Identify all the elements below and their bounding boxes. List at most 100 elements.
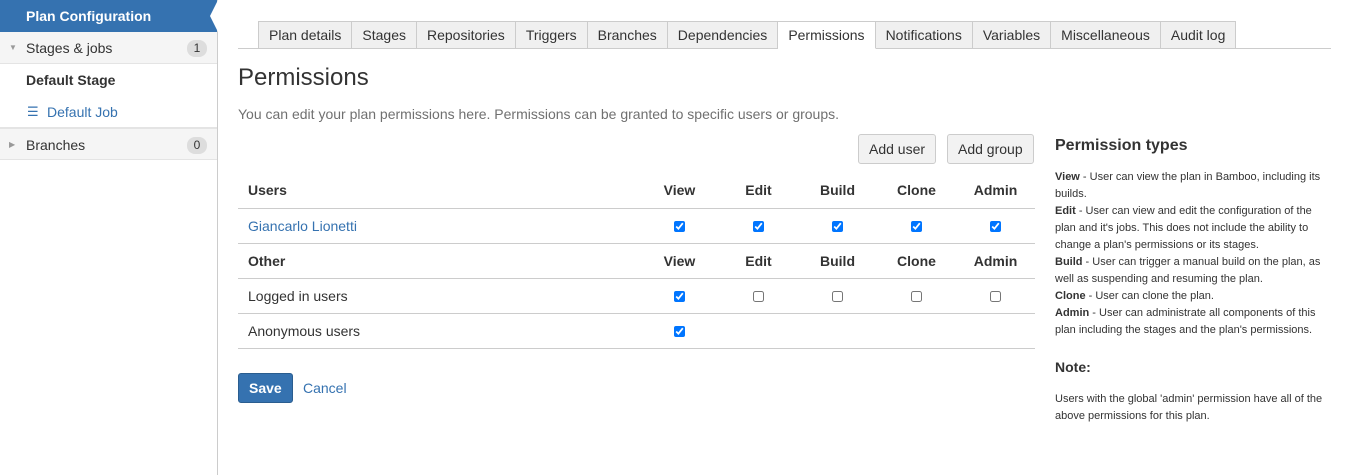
permission-cell: [956, 313, 1035, 349]
note-title: Note:: [1055, 359, 1091, 375]
column-header-clone: Clone: [877, 173, 956, 209]
page-intro: You can edit your plan permissions here.…: [238, 106, 840, 122]
permission-term: Clone: [1055, 290, 1086, 302]
permission-term: View: [1055, 171, 1080, 183]
sidebar-item-label: Stages & jobs: [26, 40, 113, 56]
add-group-button[interactable]: Add group: [947, 134, 1034, 164]
section-header: Users: [238, 173, 640, 209]
sidebar-header[interactable]: Plan Configuration: [0, 0, 218, 32]
table-row: Giancarlo Lionetti: [238, 208, 1035, 244]
permission-type-clone: Clone - User can clone the plan.: [1055, 288, 1330, 305]
help-title: Permission types: [1055, 137, 1188, 154]
page-title: Permissions: [238, 64, 369, 91]
sidebar-item-job[interactable]: ☰ Default Job: [0, 96, 217, 128]
permission-cell: [798, 278, 877, 314]
column-header-edit: Edit: [719, 173, 798, 209]
view-permission-checkbox[interactable]: [674, 221, 685, 233]
tab-permissions[interactable]: Permissions: [778, 21, 876, 49]
sidebar-item-stages-jobs[interactable]: ▼ Stages & jobs 1: [0, 32, 217, 64]
count-badge: 1: [187, 40, 207, 57]
permission-cell: [877, 278, 956, 314]
clone-permission-checkbox[interactable]: [911, 221, 922, 233]
permission-description: - User can clone the plan.: [1085, 290, 1214, 302]
column-header-admin: Admin: [956, 173, 1035, 209]
tab-audit-log[interactable]: Audit log: [1160, 21, 1237, 49]
permission-cell: [719, 313, 798, 349]
permission-type-edit: Edit - User can view and edit the config…: [1055, 203, 1330, 254]
admin-permission-checkbox[interactable]: [990, 221, 1001, 233]
permission-term: Build: [1055, 256, 1083, 268]
expand-triangle-icon[interactable]: ▶: [9, 129, 15, 161]
group-name-cell: Logged in users: [238, 278, 640, 314]
permission-cell: [798, 313, 877, 349]
group-name: Anonymous users: [248, 322, 361, 339]
tab-miscellaneous[interactable]: Miscellaneous: [1051, 21, 1161, 49]
permission-cell: [640, 313, 719, 349]
note-text: Users with the global 'admin' permission…: [1055, 393, 1323, 422]
user-name-cell: Giancarlo Lionetti: [238, 208, 640, 244]
edit-permission-checkbox[interactable]: [753, 221, 764, 233]
column-header-build: Build: [798, 243, 877, 279]
user-link[interactable]: Giancarlo Lionetti: [248, 218, 357, 234]
table-row: Logged in users: [238, 278, 1035, 314]
help-panel: Permission types View - User can view th…: [1055, 137, 1330, 425]
view-permission-checkbox[interactable]: [674, 326, 685, 338]
view-permission-checkbox[interactable]: [674, 291, 685, 303]
column-header-view: View: [640, 173, 719, 209]
admin-permission-checkbox[interactable]: [990, 291, 1001, 303]
edit-permission-checkbox[interactable]: [753, 291, 764, 303]
table-header-row: Users View Edit Build Clone Admin: [238, 173, 1035, 209]
permission-type-build: Build - User can trigger a manual build …: [1055, 254, 1330, 288]
sidebar-item-stage[interactable]: Default Stage: [0, 64, 217, 96]
tab-notifications[interactable]: Notifications: [875, 21, 973, 49]
count-badge: 0: [187, 137, 207, 154]
sidebar: Plan Configuration ▼ Stages & jobs 1 Def…: [0, 0, 218, 475]
tab-plan-details[interactable]: Plan details: [258, 21, 353, 49]
permission-cell: [640, 208, 719, 244]
permission-type-admin: Admin - User can administrate all compon…: [1055, 305, 1330, 339]
sidebar-item-branches[interactable]: ▶ Branches 0: [0, 128, 217, 160]
permission-cell: [798, 208, 877, 244]
permission-cell: [956, 208, 1035, 244]
permission-cell: [640, 278, 719, 314]
permission-type-view: View - User can view the plan in Bamboo,…: [1055, 169, 1330, 203]
sidebar-item-label: Branches: [26, 137, 86, 153]
permission-cell: [956, 278, 1035, 314]
tab-branches[interactable]: Branches: [587, 21, 668, 49]
column-header-admin: Admin: [956, 243, 1035, 279]
permission-description: - User can trigger a manual build on the…: [1055, 256, 1321, 285]
cancel-link[interactable]: Cancel: [303, 380, 347, 396]
permissions-table: Users View Edit Build Clone Admin Giancarlo Li…: [238, 173, 1035, 349]
add-user-button[interactable]: Add user: [858, 134, 937, 164]
table-row: Anonymous users: [238, 313, 1035, 349]
permission-description: - User can view the plan in Bamboo, incl…: [1055, 171, 1321, 200]
tab-repositories[interactable]: Repositories: [416, 21, 516, 49]
group-name: Logged in users: [248, 287, 348, 304]
section-header: Other: [238, 243, 640, 279]
column-header-clone: Clone: [877, 243, 956, 279]
column-header-build: Build: [798, 173, 877, 209]
permission-cell: [877, 313, 956, 349]
build-permission-checkbox[interactable]: [832, 221, 843, 233]
column-header-edit: Edit: [719, 243, 798, 279]
sidebar-item-label: Default Job: [47, 104, 118, 120]
permission-term: Admin: [1055, 307, 1090, 319]
permission-cell: [719, 278, 798, 314]
permission-cell: [719, 208, 798, 244]
save-button[interactable]: Save: [238, 373, 293, 403]
tab-triggers[interactable]: Triggers: [515, 21, 588, 49]
clone-permission-checkbox[interactable]: [911, 291, 922, 303]
tab-bar: Plan details Stages Repositories Triggers Br…: [258, 21, 1237, 49]
group-name-cell: Anonymous users: [238, 313, 640, 349]
collapse-triangle-icon[interactable]: ▼: [9, 32, 17, 64]
permission-description: - User can view and edit the configurati…: [1055, 205, 1312, 251]
tab-stages[interactable]: Stages: [352, 21, 417, 49]
permission-description: - User can administrate all components o…: [1055, 307, 1316, 336]
build-permission-checkbox[interactable]: [832, 291, 843, 303]
tab-dependencies[interactable]: Dependencies: [667, 21, 779, 49]
permission-term: Edit: [1055, 205, 1076, 217]
tab-variables[interactable]: Variables: [972, 21, 1052, 49]
column-header-view: View: [640, 243, 719, 279]
permission-cell: [877, 208, 956, 244]
job-list-icon: ☰: [27, 104, 39, 119]
